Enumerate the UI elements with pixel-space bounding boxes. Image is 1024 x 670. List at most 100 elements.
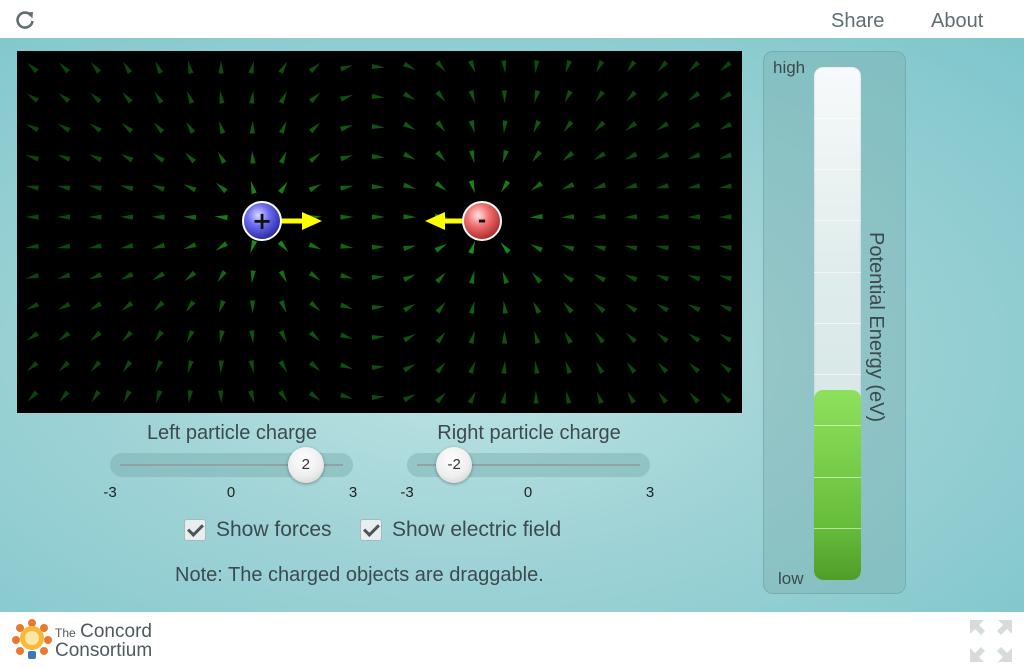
field-arrow <box>655 214 669 220</box>
field-arrow <box>89 154 102 163</box>
about-link[interactable]: About <box>931 10 983 33</box>
field-arrow <box>340 155 354 162</box>
field-arrow <box>278 61 288 74</box>
field-arrow <box>250 150 256 164</box>
field-arrow <box>122 330 133 342</box>
field-arrow <box>278 300 287 313</box>
left-charge-slider[interactable]: 2 <box>110 447 353 483</box>
top-bar: Share About <box>0 0 1024 39</box>
field-arrow <box>151 184 165 192</box>
field-arrow <box>501 90 508 104</box>
right-charge-slider[interactable]: -2 <box>407 447 650 483</box>
field-arrow <box>186 121 196 134</box>
field-arrow <box>26 93 39 103</box>
show-forces-checkbox[interactable] <box>184 519 206 541</box>
field-arrow <box>718 245 732 251</box>
field-arrow <box>371 63 385 70</box>
field-arrow <box>688 91 701 101</box>
show-forces-option[interactable]: Show forces <box>184 518 332 542</box>
field-arrow <box>154 91 164 104</box>
field-arrow <box>435 272 446 284</box>
field-arrow <box>340 272 354 279</box>
footer: The Concord Consortium <box>0 612 1024 670</box>
share-link[interactable]: Share <box>831 10 884 33</box>
field-arrow <box>57 243 71 249</box>
field-arrow <box>592 214 606 220</box>
field-arrow <box>563 120 574 133</box>
draggable-note: Note: The charged objects are draggable. <box>175 564 544 586</box>
field-arrow <box>592 245 606 252</box>
field-arrow <box>58 62 70 74</box>
field-arrow <box>184 270 197 282</box>
field-arrow <box>123 61 133 74</box>
right-particle[interactable]: - <box>462 201 502 241</box>
field-arrow <box>403 394 416 403</box>
field-arrow <box>278 181 288 194</box>
field-arrow <box>186 330 195 343</box>
right-tick-max: 3 <box>645 484 655 501</box>
field-arrow <box>371 244 385 250</box>
field-arrow <box>215 241 228 251</box>
field-arrow <box>529 213 543 220</box>
field-arrow <box>625 332 637 344</box>
field-arrow <box>403 151 416 160</box>
field-arrow <box>435 331 446 344</box>
field-arrow <box>26 331 39 341</box>
left-charge-knob[interactable]: 2 <box>287 447 324 483</box>
right-particle-sign: - <box>478 208 486 232</box>
right-tick-min: -3 <box>400 484 414 501</box>
field-arrow <box>151 214 165 220</box>
field-arrow <box>340 214 354 220</box>
field-arrow <box>719 304 732 312</box>
main-panel: + - Left particle charge 2 -3 0 3 Right … <box>0 38 1024 612</box>
field-arrow <box>187 90 195 105</box>
concord-logo-icon[interactable] <box>11 617 53 663</box>
field-arrow <box>434 181 447 191</box>
field-arrow <box>27 390 39 402</box>
field-arrow <box>218 360 224 374</box>
field-arrow <box>688 333 701 343</box>
field-arrow <box>90 61 102 74</box>
field-arrow <box>468 90 476 104</box>
field-arrow <box>624 274 638 282</box>
field-arrow <box>501 60 507 74</box>
field-arrow <box>656 303 669 313</box>
field-arrow <box>120 185 134 192</box>
field-arrow <box>688 362 701 374</box>
left-tick-zero: 0 <box>226 484 236 501</box>
pe-fill <box>814 390 861 580</box>
field-arrow <box>469 270 475 284</box>
left-particle[interactable]: + <box>242 201 282 241</box>
field-arrow <box>249 330 255 344</box>
concord-logo-text[interactable]: The Concord Consortium <box>55 622 152 661</box>
field-arrow <box>530 181 543 191</box>
show-field-checkbox[interactable] <box>360 519 382 541</box>
left-particle-sign: + <box>252 207 272 235</box>
field-arrow <box>219 120 226 134</box>
right-charge-knob[interactable]: -2 <box>436 447 473 483</box>
reload-icon[interactable] <box>14 9 36 31</box>
simulation-canvas[interactable]: + - <box>17 51 742 413</box>
field-arrow <box>718 183 732 189</box>
field-arrow <box>278 270 287 283</box>
field-arrow <box>217 270 227 283</box>
field-arrow <box>655 274 669 282</box>
field-arrow <box>153 122 165 134</box>
field-arrow <box>219 90 225 104</box>
field-arrow <box>501 180 511 193</box>
field-arrow <box>561 182 575 190</box>
field-arrow <box>183 242 197 250</box>
field-arrow <box>88 272 103 280</box>
field-arrow <box>90 330 102 342</box>
field-arrow <box>187 390 194 404</box>
field-arrow <box>277 240 289 252</box>
field-arrow <box>218 60 224 74</box>
potential-energy-meter: high Potential Energy (eV) low <box>763 51 906 594</box>
fullscreen-icon[interactable] <box>968 618 1014 664</box>
show-field-option[interactable]: Show electric field <box>360 518 561 542</box>
field-arrow <box>340 185 354 191</box>
field-arrow <box>340 302 354 310</box>
field-arrow <box>122 92 133 104</box>
field-arrow <box>595 90 605 103</box>
field-arrow <box>657 362 669 374</box>
